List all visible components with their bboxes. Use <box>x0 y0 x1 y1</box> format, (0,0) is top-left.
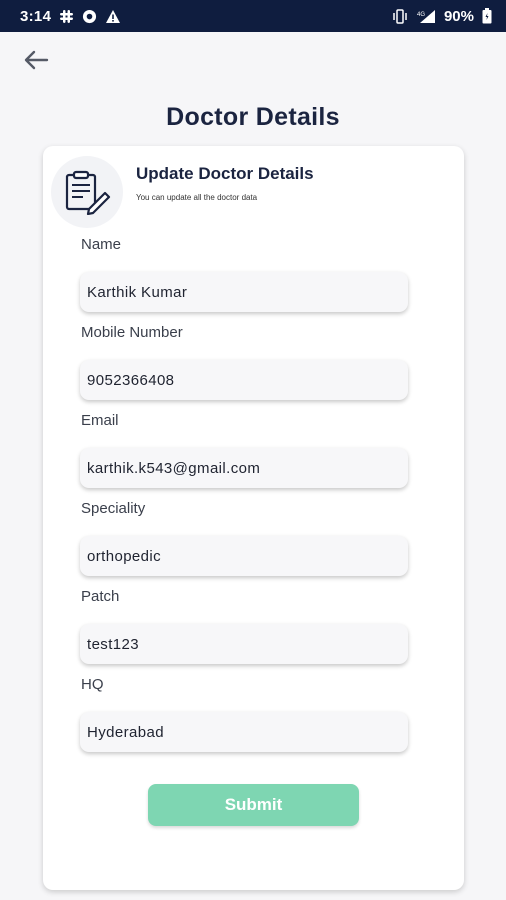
mobile-number-input[interactable]: 9052366408 <box>80 360 408 400</box>
status-time: 3:14 <box>20 7 52 25</box>
mobile-number-label: Mobile Number <box>81 324 183 341</box>
hq-input[interactable]: Hyderabad <box>80 712 408 752</box>
speciality-field: Speciality orthopedic <box>80 498 410 576</box>
speciality-input[interactable]: orthopedic <box>80 536 408 576</box>
battery-percentage: 90% <box>443 7 474 25</box>
arrow-left-icon <box>23 49 49 76</box>
email-input[interactable]: karthik.k543@gmail.com <box>80 448 408 488</box>
signal-4g-icon: 4G <box>416 9 436 24</box>
doctor-details-card: Update Doctor Details You can update all… <box>43 146 464 890</box>
status-bar-right: 4G 90% <box>392 8 492 25</box>
warning-icon <box>105 9 121 24</box>
page-title: Doctor Details <box>166 103 340 131</box>
battery-icon <box>482 8 492 24</box>
name-field: Name Karthik Kumar <box>80 234 410 312</box>
card-header: Update Doctor Details You can update all… <box>51 156 451 228</box>
hq-field: HQ Hyderabad <box>80 674 410 752</box>
submit-button[interactable]: Submit <box>148 784 359 826</box>
card-title: Update Doctor Details <box>136 164 314 183</box>
clipboard-edit-icon <box>51 156 123 228</box>
status-bar-left: 3:14 <box>20 8 121 25</box>
patch-input[interactable]: test123 <box>80 624 408 664</box>
vibrate-icon <box>392 8 408 24</box>
email-field: Email karthik.k543@gmail.com <box>80 410 410 488</box>
patch-label: Patch <box>81 588 120 605</box>
name-input[interactable]: Karthik Kumar <box>80 272 408 312</box>
status-bar: 3:14 4G 90% <box>0 0 506 32</box>
hq-label: HQ <box>81 676 104 693</box>
speciality-label: Speciality <box>81 500 146 517</box>
email-label: Email <box>81 412 119 429</box>
patch-field: Patch test123 <box>80 586 410 664</box>
slack-notification-icon <box>59 9 74 24</box>
card-subtitle: You can update all the doctor data <box>136 193 258 202</box>
mobile-number-field: Mobile Number 9052366408 <box>80 322 410 400</box>
chrome-notification-icon <box>82 9 97 24</box>
name-label: Name <box>81 236 122 253</box>
back-button[interactable] <box>18 46 54 78</box>
svg-text:4G: 4G <box>417 12 425 18</box>
